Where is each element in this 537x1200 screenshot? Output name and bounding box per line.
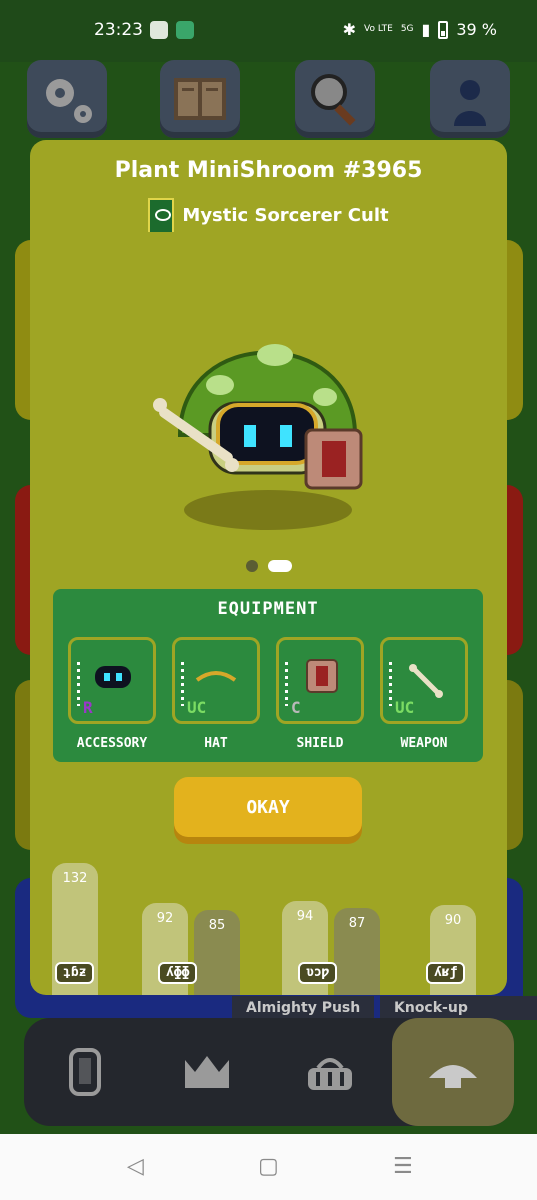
stat-value-6: 90 <box>444 913 462 928</box>
rarity-badge: R <box>83 698 93 717</box>
battery-level: 39 % <box>456 20 497 39</box>
nav-mushroom[interactable] <box>392 1018 514 1126</box>
equipment-slot-hat[interactable]: UC <box>172 637 260 724</box>
battery-icon <box>438 20 449 39</box>
rank-pips <box>77 662 80 706</box>
stat-glyph-3: ʋɔƿ <box>298 962 338 984</box>
carousel-dots <box>30 560 507 572</box>
rarity-badge: UC <box>395 698 415 717</box>
stat-value-1: 132 <box>62 871 88 886</box>
stat-value-5: 87 <box>348 916 366 931</box>
equipment-title: EQUIPMENT <box>217 599 319 619</box>
okay-button[interactable]: OKAY <box>174 777 362 837</box>
slot-label-accessory: ACCESSORY <box>76 736 148 751</box>
stat-value-4: 94 <box>296 909 314 924</box>
green-mushroom-character <box>153 344 363 530</box>
equipment-slot-accessory[interactable]: R <box>68 637 156 724</box>
carousel-dot-1[interactable] <box>245 560 258 572</box>
stat-value-2: 92 <box>156 911 174 926</box>
stat-glyph-1: ʇɓƶ <box>55 962 95 984</box>
bluetooth-icon: ✱ <box>342 20 357 39</box>
modal-title: Plant MiniShroom #3965 <box>114 158 423 183</box>
system-navigation-bar: ◁ ▢ ☰ <box>0 1134 537 1200</box>
skill-label-1: Almighty Push <box>232 996 375 1020</box>
mushroom-icon <box>429 1065 477 1088</box>
notification-icon <box>150 21 168 39</box>
magnifier-icon <box>311 74 356 126</box>
bottom-nav <box>24 1018 514 1126</box>
phone-icon <box>69 1048 101 1096</box>
status-time: 23:23 <box>94 20 143 40</box>
rarity-badge: C <box>291 698 301 717</box>
rank-pips <box>389 662 392 706</box>
notification-icons <box>150 21 194 39</box>
guild-name: Mystic Sorcerer Cult <box>182 204 389 226</box>
gears-icon <box>46 79 92 123</box>
profile-button[interactable] <box>430 60 510 138</box>
carousel-dot-2[interactable] <box>267 560 292 572</box>
equipment-slot-weapon[interactable]: UC <box>380 637 468 724</box>
volte-label: Vo LTE <box>364 24 393 34</box>
profile-icon <box>454 80 486 126</box>
status-bar: 23:23 ✱ Vo LTE 5G ▮ 39 % <box>0 0 537 62</box>
guild-banner-icon <box>148 198 175 232</box>
equipment-panel: EQUIPMENT R UC C UC ACCESSORY HAT SHIELD… <box>53 589 483 762</box>
stat-glyph-4: ʎʁƒ <box>426 962 466 984</box>
book-icon <box>174 78 226 120</box>
settings-button[interactable] <box>27 60 107 138</box>
basket-icon <box>308 1058 352 1090</box>
stat-value-3: 85 <box>208 918 226 933</box>
recents-button[interactable]: ☰ <box>393 1154 413 1179</box>
rank-pips <box>285 662 288 706</box>
skill-label-2: Knock-up Stream <box>380 996 537 1040</box>
character-detail-modal: Plant MiniShroom #3965 Mystic Sorcerer C… <box>30 140 507 995</box>
home-button[interactable]: ▢ <box>258 1154 279 1179</box>
stat-glyph-2: ʎɸɸ <box>158 962 198 984</box>
nav-basket[interactable] <box>269 1018 391 1126</box>
equipment-slot-shield[interactable]: C <box>276 637 364 724</box>
slot-label-shield: SHIELD <box>296 736 344 751</box>
rarity-badge: UC <box>187 698 207 717</box>
signal-icon: ▮ <box>421 20 431 39</box>
status-right: ✱ Vo LTE 5G ▮ 39 % <box>343 20 497 39</box>
rank-pips <box>181 662 184 706</box>
network-label: 5G <box>400 24 414 34</box>
crown-icon <box>185 1056 229 1088</box>
guild-row: Mystic Sorcerer Cult <box>30 198 507 232</box>
slot-label-weapon: WEAPON <box>400 736 448 751</box>
search-button[interactable] <box>295 60 375 138</box>
nav-crown[interactable] <box>146 1018 268 1126</box>
back-button[interactable]: ◁ <box>127 1154 144 1179</box>
book-button[interactable] <box>160 60 240 138</box>
slot-label-hat: HAT <box>204 736 228 751</box>
game-screen: 23:23 ✱ Vo LTE 5G ▮ 39 % Plant MiniShroo… <box>0 0 537 1200</box>
nav-phone[interactable] <box>24 1018 146 1126</box>
game-notification-icon <box>176 21 194 39</box>
